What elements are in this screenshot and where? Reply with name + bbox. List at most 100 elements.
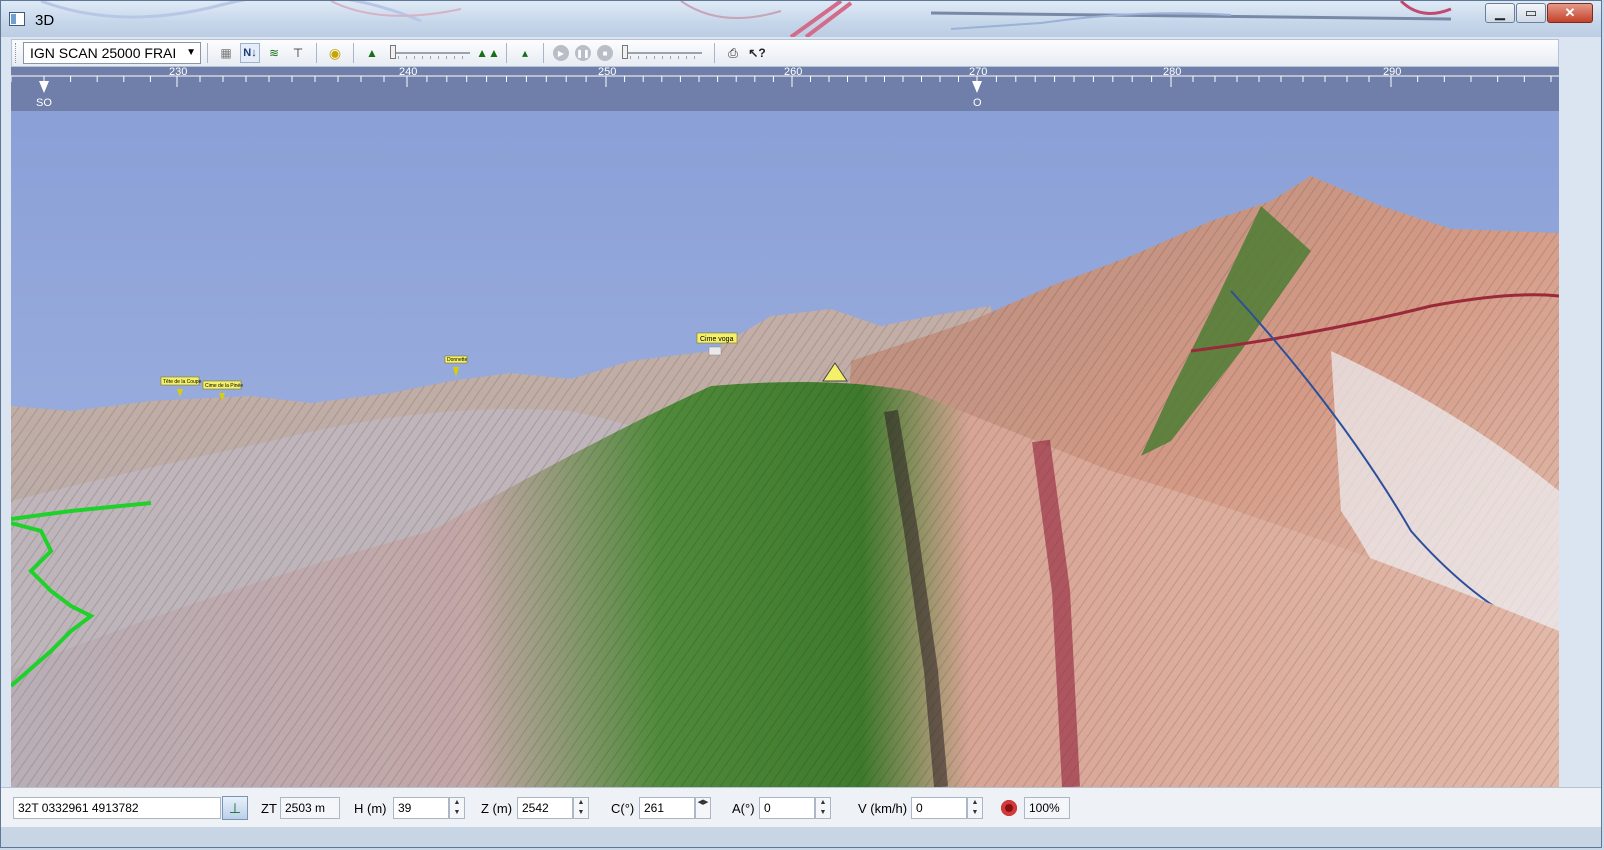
locate-button[interactable]: ⊥ xyxy=(222,796,248,820)
slider-thumb[interactable] xyxy=(390,45,396,59)
placemark-label: Cime de la Pinée xyxy=(205,383,243,389)
toolbar: IGN SCAN 25000 FRAI ▼ ▦ N↓ ≋ ⊤ ◉ ▲ ▲▲ ▴ … xyxy=(11,39,1559,67)
toolbar-separator xyxy=(316,43,317,63)
play-button[interactable]: ▶ xyxy=(553,45,569,61)
window-bottom-edge xyxy=(1,827,1601,847)
zt-value: 2503 m xyxy=(280,797,340,819)
pin-icon: ⊥ xyxy=(228,799,242,816)
toolbar-grip[interactable] xyxy=(15,43,19,63)
print-button[interactable]: ⎙ xyxy=(723,43,743,63)
mountain-small-icon: ▴ xyxy=(521,46,529,60)
minimize-button[interactable]: ▁ xyxy=(1485,3,1515,23)
placemark-label: Donnette xyxy=(447,357,468,363)
pin-button[interactable]: ⊤ xyxy=(288,43,308,63)
terrain-icon: ≋ xyxy=(268,46,280,60)
pin-icon: ⊤ xyxy=(292,46,304,60)
placemark-label: Tête de la Coupe xyxy=(163,379,202,385)
toolbar-separator xyxy=(506,43,507,63)
ruler-degree-label: 270 xyxy=(969,67,987,78)
terrain-scene: Tête de la Coupe Cime de la Pinée Donnet… xyxy=(11,111,1559,787)
layers-icon: ▦ xyxy=(220,46,232,60)
mountain-button[interactable]: ▲ xyxy=(362,43,382,63)
maximize-button[interactable]: ▭ xyxy=(1516,3,1546,23)
slider-track xyxy=(390,52,470,54)
maximize-icon: ▭ xyxy=(1524,5,1538,20)
stop-button[interactable]: ■ xyxy=(597,45,613,61)
help-button[interactable]: ↖? xyxy=(747,43,767,63)
ruler-degree-label: 240 xyxy=(399,67,417,78)
pause-icon: ❚❚ xyxy=(576,48,590,58)
toolbar-separator xyxy=(207,43,208,63)
ruler-degree-label: 290 xyxy=(1383,67,1401,78)
a-input[interactable]: 0 xyxy=(759,797,815,819)
toolbar-separator xyxy=(543,43,544,63)
layers-button[interactable]: ▦ xyxy=(216,43,236,63)
h-spinner[interactable]: ▲ ▼ xyxy=(449,797,465,819)
3d-window: 3D ▁ ▭ ✕ IGN SCAN 25000 FRAI ▼ ▦ N↓ ≋ ⊤ … xyxy=(0,0,1602,848)
coordinates-field[interactable]: 32T 0332961 4913782 xyxy=(13,797,221,819)
map-layer-value: IGN SCAN 25000 FRAI xyxy=(30,45,177,61)
caption-buttons: ▁ ▭ ✕ xyxy=(1484,3,1593,23)
north-up-button[interactable]: N↓ xyxy=(240,43,260,63)
placemark-label: Cime voga xyxy=(700,336,734,343)
pause-button[interactable]: ❚❚ xyxy=(575,45,591,61)
a-label: A(°) xyxy=(732,801,755,816)
cardinal-marker-icon xyxy=(39,81,49,93)
ruler-degree-label: 260 xyxy=(784,67,802,78)
refresh-globe-icon: ◉ xyxy=(328,44,342,61)
north-up-icon: N↓ xyxy=(243,47,257,59)
compass-ruler[interactable]: 230 240 250 260 270 280 290 SO O xyxy=(11,67,1559,111)
refresh-globe-button[interactable]: ◉ xyxy=(325,43,345,63)
ruler-degree-label: 280 xyxy=(1163,67,1181,78)
title-bar[interactable]: 3D ▁ ▭ ✕ xyxy=(1,1,1601,37)
close-icon: ✕ xyxy=(1564,5,1576,20)
print-icon: ⎙ xyxy=(728,45,738,60)
cardinal-marker-icon xyxy=(972,81,982,93)
h-label: H (m) xyxy=(354,801,387,816)
mountains-button[interactable]: ▲▲ xyxy=(476,43,500,63)
ruler-degree-label: 250 xyxy=(598,67,616,78)
close-button[interactable]: ✕ xyxy=(1547,3,1593,23)
mountains-icon: ▲▲ xyxy=(476,46,500,60)
h-input[interactable]: 39 xyxy=(393,797,449,819)
toolbar-separator xyxy=(714,43,715,63)
window-title: 3D xyxy=(35,12,55,29)
map-layer-select[interactable]: IGN SCAN 25000 FRAI ▼ xyxy=(23,42,201,64)
mountain-icon: ▲ xyxy=(366,46,378,60)
terrain-button[interactable]: ≋ xyxy=(264,43,284,63)
z-spinner[interactable]: ▲ ▼ xyxy=(573,797,589,819)
minimize-icon: ▁ xyxy=(1495,5,1505,20)
play-icon: ▶ xyxy=(557,48,565,58)
app-icon xyxy=(9,12,25,26)
c-label: C(°) xyxy=(611,801,635,816)
c-input[interactable]: 261 xyxy=(639,797,695,819)
v-spinner[interactable]: ▲ ▼ xyxy=(967,797,983,819)
cardinal-label: O xyxy=(973,97,982,109)
toolbar-separator xyxy=(353,43,354,63)
stop-icon: ■ xyxy=(602,48,608,58)
a-spinner[interactable]: ▲ ▼ xyxy=(815,797,831,819)
v-label: V (km/h) xyxy=(858,801,908,816)
speed-slider[interactable] xyxy=(622,43,702,63)
ruler-degree-label: 230 xyxy=(169,67,187,78)
z-label: Z (m) xyxy=(481,801,513,816)
zoom-percent: 100% xyxy=(1024,797,1070,819)
help-icon: ↖? xyxy=(748,46,766,60)
record-button[interactable] xyxy=(1001,800,1017,816)
zt-label: ZT xyxy=(261,801,277,816)
c-spinner[interactable]: ◀▶ xyxy=(695,797,711,819)
v-input[interactable]: 0 xyxy=(911,797,967,819)
compass-ruler-graphic: 230 240 250 260 270 280 290 SO O xyxy=(11,67,1559,109)
zoom-slider[interactable] xyxy=(390,43,470,63)
3d-terrain-view[interactable]: Tête de la Coupe Cime de la Pinée Donnet… xyxy=(11,111,1559,787)
chevron-down-icon: ▼ xyxy=(186,47,196,58)
cardinal-label: SO xyxy=(36,97,52,109)
slider-track xyxy=(622,52,702,54)
z-input[interactable]: 2542 xyxy=(517,797,573,819)
slider-ticks xyxy=(390,56,470,59)
slider-ticks xyxy=(622,56,702,59)
mountain-small-button[interactable]: ▴ xyxy=(515,43,535,63)
titlebar-map-backdrop xyxy=(40,1,1452,37)
status-bar: 32T 0332961 4913782 ⊥ ZT 2503 m H (m) 39… xyxy=(1,787,1601,828)
slider-thumb[interactable] xyxy=(622,45,628,59)
